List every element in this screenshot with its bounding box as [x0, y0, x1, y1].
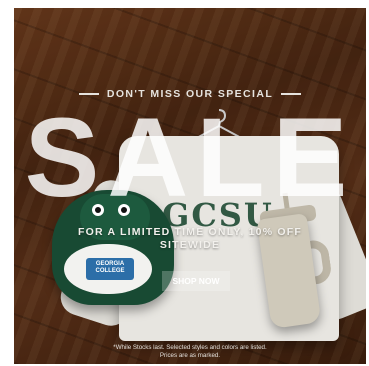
plush-logo: GEORGIA COLLEGE [86, 258, 134, 280]
disclaimer-line-2: Prices are as marked. [159, 352, 221, 359]
discount-subheadline: FOR A LIMITED TIME ONLY, 10% OFF SITEWID… [78, 226, 302, 251]
promo-banner: GCSU GEORGIA COLLEGE DON'T MISS OUR SPEC… [14, 8, 366, 364]
disclaimer: *While Stocks last. Selected styles and … [14, 344, 366, 360]
sale-headline: SALE [24, 95, 356, 220]
shop-now-button[interactable]: SHOP NOW [162, 271, 230, 291]
disclaimer-line-1: *While Stocks last. Selected styles and … [113, 344, 267, 351]
